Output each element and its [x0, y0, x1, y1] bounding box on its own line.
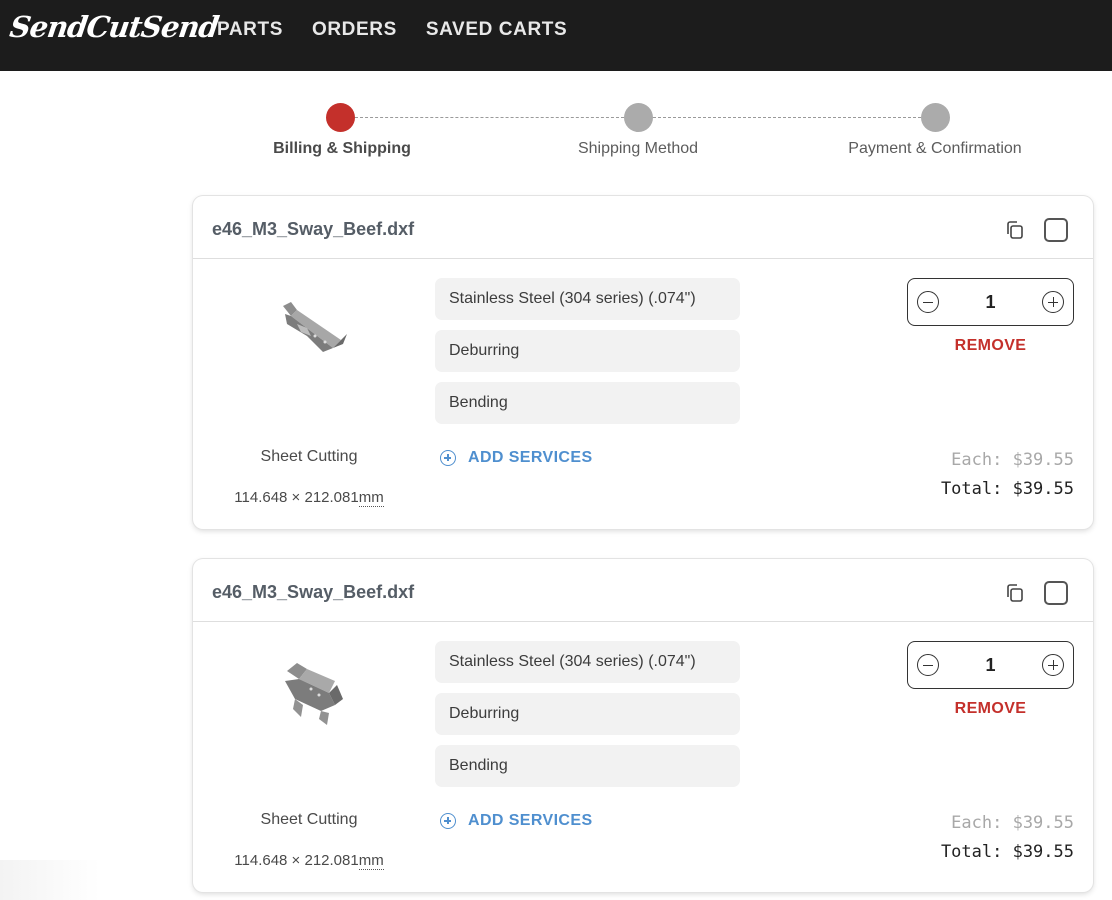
cart-item-header: e46_M3_Sway_Beef.dxf: [193, 559, 1093, 622]
price-each: Each: $39.55: [951, 813, 1074, 833]
service-option-bending[interactable]: Bending: [435, 745, 740, 787]
dimension-unit[interactable]: mm: [358, 852, 384, 870]
brand-logo[interactable]: SendCutSend: [8, 10, 221, 44]
checkout-stepper: Billing & Shipping Shipping Method Payme…: [0, 101, 1112, 161]
process-type: Sheet Cutting: [260, 811, 358, 828]
step-dot-payment[interactable]: [921, 103, 950, 132]
service-option-deburring[interactable]: Deburring: [435, 693, 740, 735]
minus-circle-icon[interactable]: [917, 654, 939, 676]
main-nav: PARTS ORDERS SAVED CARTS: [217, 19, 567, 41]
quantity-value[interactable]: 1: [948, 292, 1033, 313]
step-dot-shipping-method[interactable]: [624, 103, 653, 132]
dimension-unit[interactable]: mm: [358, 489, 384, 507]
step-label-billing[interactable]: Billing & Shipping: [273, 140, 411, 158]
cart-item-header: e46_M3_Sway_Beef.dxf: [193, 196, 1093, 259]
part-filename: e46_M3_Sway_Beef.dxf: [212, 582, 415, 602]
select-checkbox[interactable]: [1044, 581, 1068, 605]
part-filename: e46_M3_Sway_Beef.dxf: [212, 219, 415, 239]
remove-button[interactable]: REMOVE: [907, 337, 1074, 355]
quantity-stepper: 1: [907, 641, 1074, 689]
page-corner-shade: [0, 860, 100, 900]
plus-circle-icon: [440, 813, 456, 829]
dimension-values: 114.648 × 212.081: [234, 489, 359, 506]
service-option-bending[interactable]: Bending: [435, 382, 740, 424]
part-dimensions: 114.648 × 212.081mm: [193, 489, 425, 507]
remove-button[interactable]: REMOVE: [907, 700, 1074, 718]
process-type: Sheet Cutting: [260, 448, 358, 465]
nav-item-saved-carts[interactable]: SAVED CARTS: [426, 19, 567, 41]
cart-item-card: e46_M3_Sway_Beef.dxf Sheet Cutting 114.6…: [193, 559, 1093, 892]
dimension-values: 114.648 × 212.081: [234, 852, 359, 869]
add-services-label: ADD SERVICES: [468, 449, 593, 466]
plus-circle-icon[interactable]: [1042, 654, 1064, 676]
part-dimensions: 114.648 × 212.081mm: [193, 852, 425, 870]
nav-item-parts[interactable]: PARTS: [217, 19, 283, 41]
plus-circle-icon[interactable]: [1042, 291, 1064, 313]
quantity-value[interactable]: 1: [948, 655, 1033, 676]
step-dot-billing[interactable]: [326, 103, 355, 132]
nav-item-orders[interactable]: ORDERS: [312, 19, 397, 41]
part-thumbnail: [283, 302, 347, 352]
step-connector: [355, 117, 624, 118]
step-connector: [653, 117, 921, 118]
step-label-shipping-method[interactable]: Shipping Method: [578, 140, 698, 158]
part-thumbnail: [285, 663, 343, 725]
price-total: Total: $39.55: [940, 842, 1074, 862]
add-services-button[interactable]: ADD SERVICES: [440, 812, 593, 830]
minus-circle-icon[interactable]: [917, 291, 939, 313]
copy-icon[interactable]: [1005, 220, 1025, 240]
select-checkbox[interactable]: [1044, 218, 1068, 242]
add-services-button[interactable]: ADD SERVICES: [440, 449, 593, 467]
service-option-deburring[interactable]: Deburring: [435, 330, 740, 372]
price-total: Total: $39.55: [940, 479, 1074, 499]
quantity-stepper: 1: [907, 278, 1074, 326]
top-navbar: SendCutSend PARTS ORDERS SAVED CARTS: [0, 0, 1112, 71]
cart-item-card: e46_M3_Sway_Beef.dxf Sheet Cutting 114.6…: [193, 196, 1093, 529]
material-option[interactable]: Stainless Steel (304 series) (.074"): [435, 278, 740, 320]
plus-circle-icon: [440, 450, 456, 466]
material-option[interactable]: Stainless Steel (304 series) (.074"): [435, 641, 740, 683]
add-services-label: ADD SERVICES: [468, 812, 593, 829]
step-label-payment[interactable]: Payment & Confirmation: [848, 140, 1021, 158]
copy-icon[interactable]: [1005, 583, 1025, 603]
price-each: Each: $39.55: [951, 450, 1074, 470]
